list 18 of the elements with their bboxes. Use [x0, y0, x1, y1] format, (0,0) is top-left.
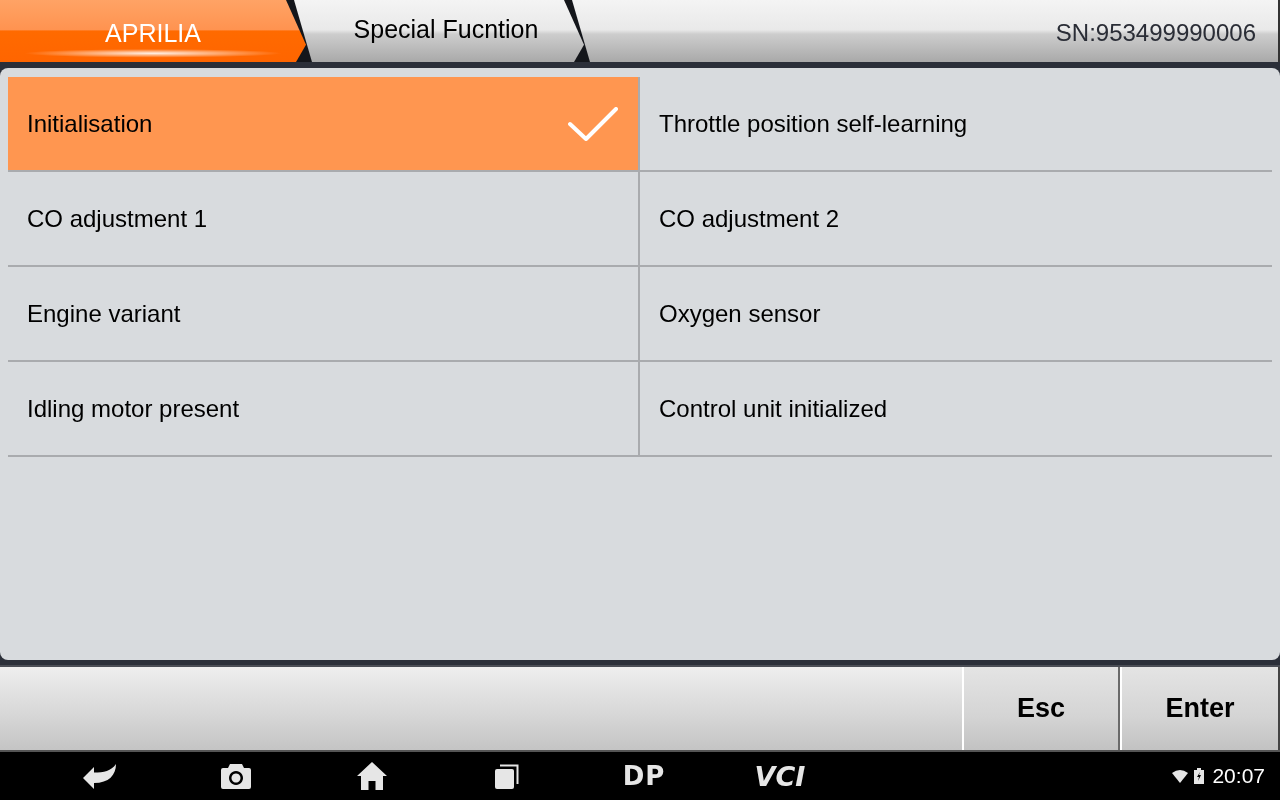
- wifi-icon: [1172, 769, 1189, 783]
- toolbar-button[interactable]: Enter: [1120, 667, 1280, 750]
- toolbar-button[interactable]: Esc: [962, 667, 1120, 750]
- nav-logo[interactable]: DP: [622, 763, 666, 789]
- battery-icon: [1194, 768, 1205, 784]
- breadcrumb-tab[interactable]: Special Fucntion: [294, 0, 584, 62]
- function-item[interactable]: CO adjustment 1: [8, 172, 640, 267]
- check-icon: [568, 106, 618, 141]
- home-icon[interactable]: [356, 761, 388, 791]
- function-item[interactable]: Idling motor present: [8, 362, 640, 457]
- recents-icon[interactable]: [494, 762, 522, 790]
- nav-logo[interactable]: VCI: [754, 762, 806, 790]
- function-item[interactable]: Engine variant: [8, 267, 640, 362]
- camera-icon[interactable]: [220, 762, 252, 790]
- back-icon[interactable]: [82, 763, 118, 789]
- clock-time: 20:07: [1212, 763, 1265, 790]
- function-item[interactable]: Initialisation: [8, 77, 640, 172]
- serial-number: SN:953499990006: [1055, 18, 1256, 48]
